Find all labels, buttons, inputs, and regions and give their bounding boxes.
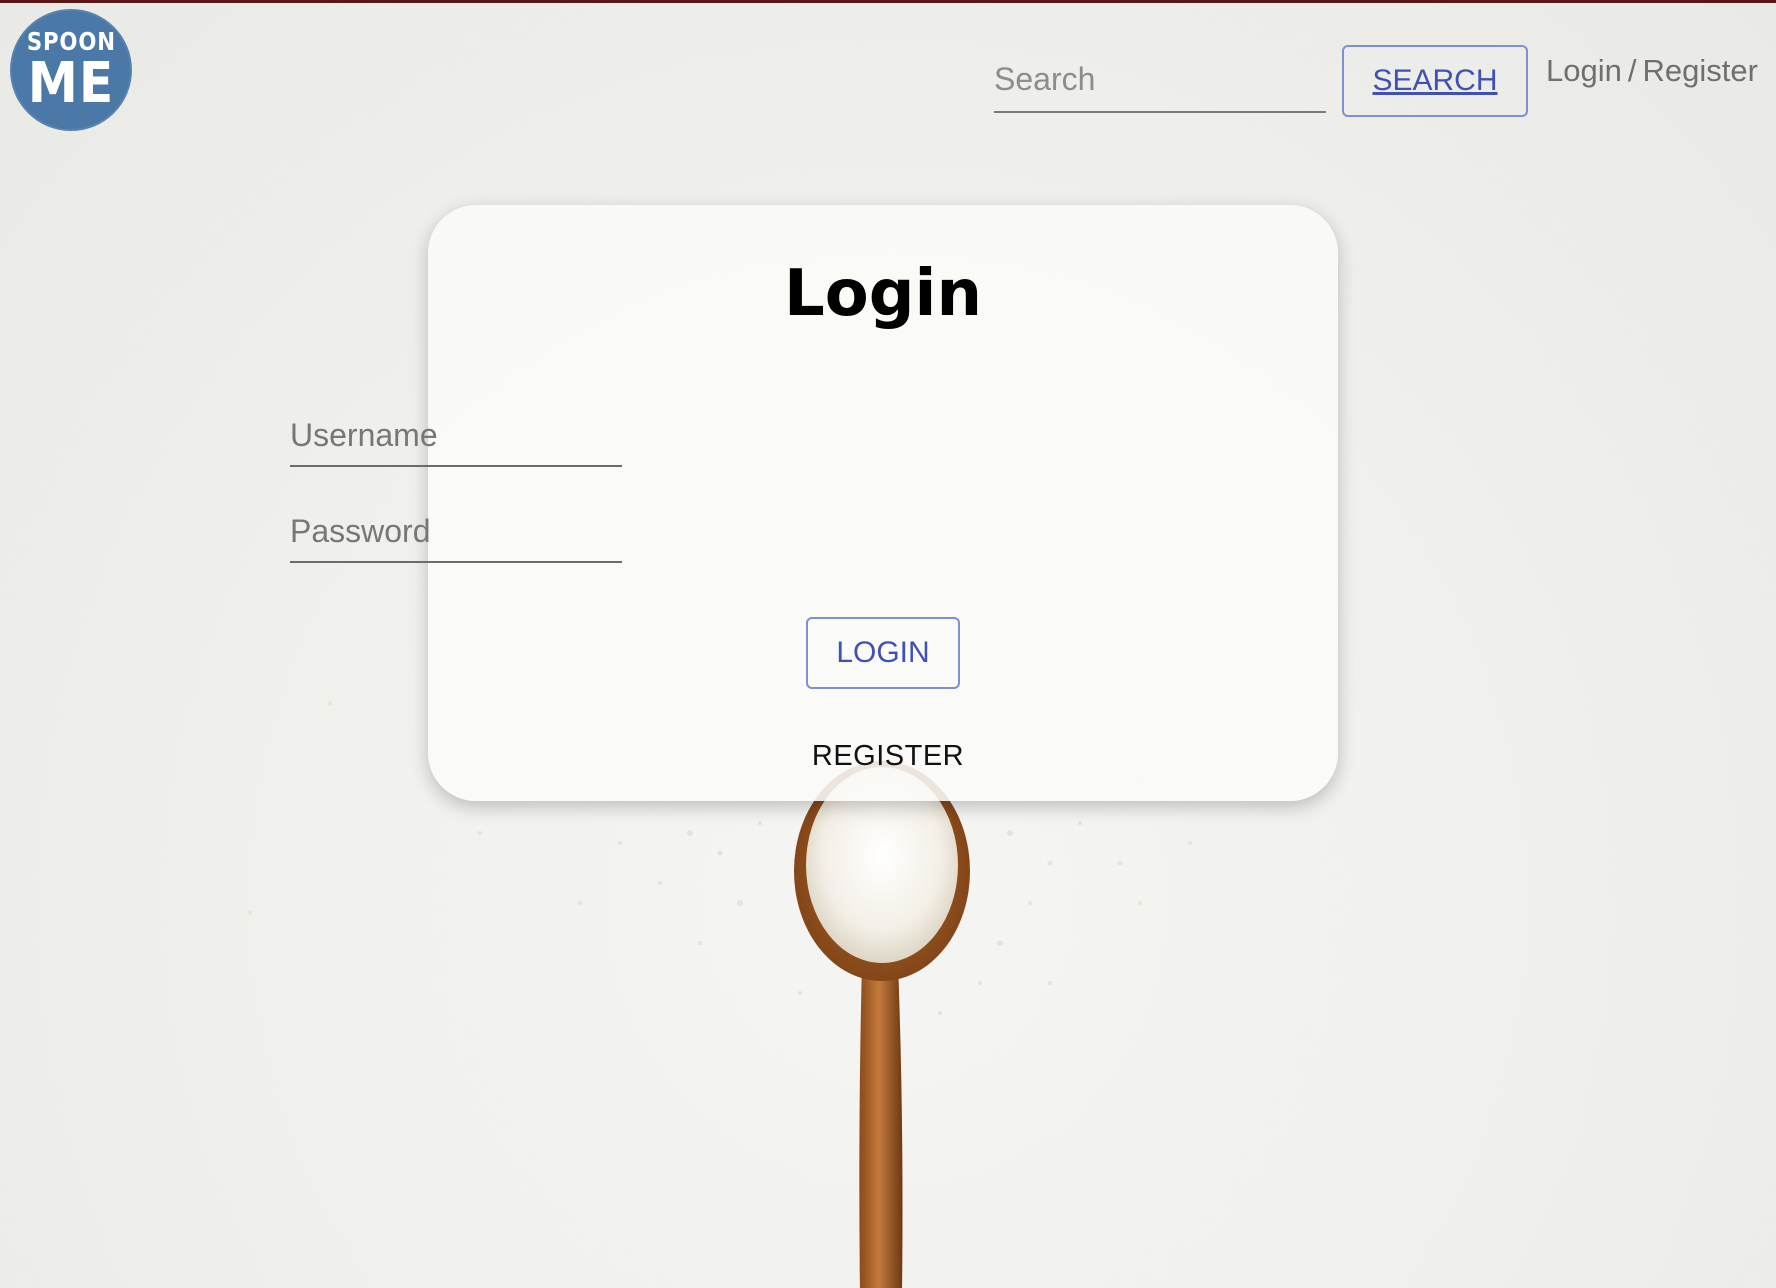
login-card: Login xyxy=(428,205,1338,801)
search-input[interactable] xyxy=(994,53,1326,113)
search-button[interactable]: SEARCH xyxy=(1342,45,1528,117)
register-link[interactable]: REGISTER xyxy=(0,740,1776,773)
auth-separator: / xyxy=(1627,53,1637,88)
login-register-links: Login / Register xyxy=(1546,53,1758,89)
register-header-link[interactable]: Register xyxy=(1642,53,1757,88)
login-link[interactable]: Login xyxy=(1546,53,1622,88)
logo-text-bottom: ME xyxy=(27,50,115,116)
login-button[interactable]: LOGIN xyxy=(806,617,960,689)
login-title: Login xyxy=(783,257,983,331)
username-field[interactable] xyxy=(290,411,622,467)
password-field[interactable] xyxy=(290,507,622,563)
spoon-me-logo[interactable]: SPOON ME xyxy=(10,9,132,131)
